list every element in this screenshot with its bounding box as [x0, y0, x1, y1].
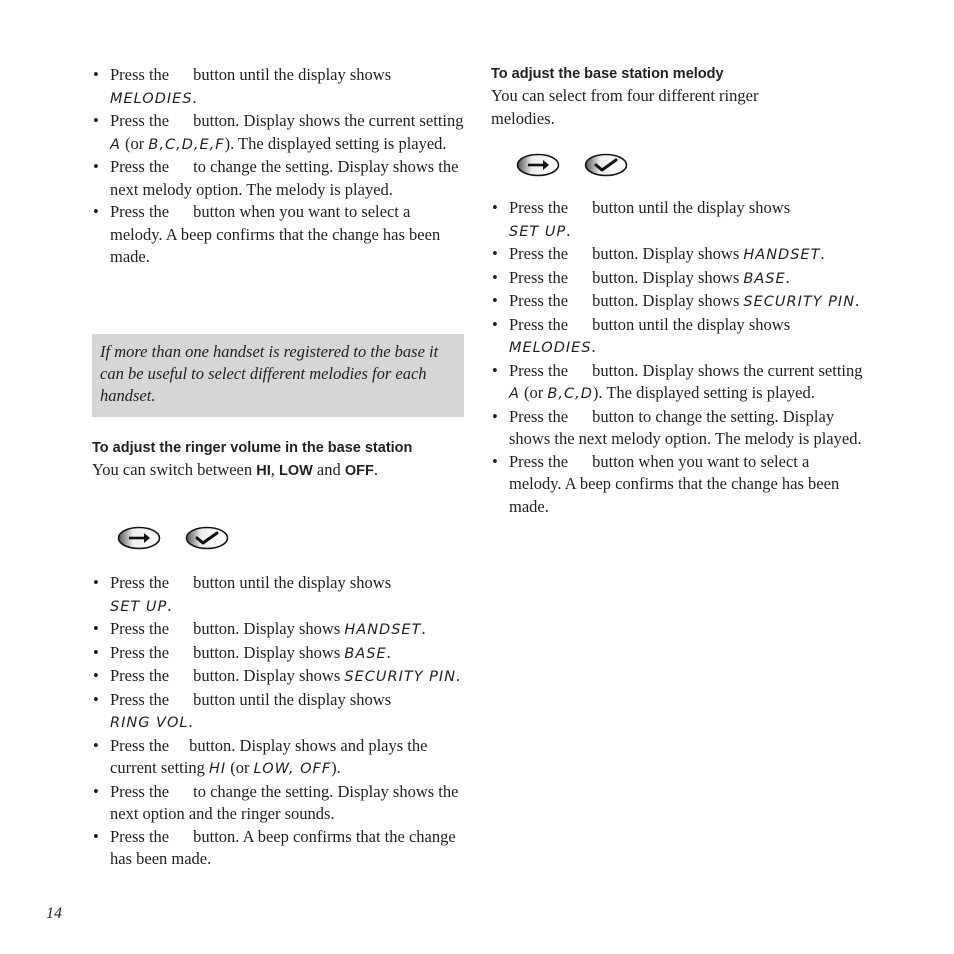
list-item: • Press the button. Display shows the cur… [93, 111, 464, 153]
button-icons-left [117, 526, 229, 550]
list-item: • Press the button. Display shows BASE. [491, 267, 863, 291]
lcd-text: MELODIES [509, 340, 592, 356]
left-steps-melody: • Press the button until the display show… [92, 64, 464, 269]
intro-text: You can select from four different ringe… [491, 86, 759, 128]
page-number: 14 [46, 905, 62, 922]
bullet-icon: • [93, 111, 99, 130]
bullet-icon: • [93, 573, 99, 592]
list-item: • Press the button. Display shows the cur… [492, 360, 863, 403]
list-item: • Press the button when you want to selec… [93, 202, 441, 266]
lcd-text: HI [208, 761, 227, 777]
list-item: • Press the button when you want to selec… [492, 451, 840, 516]
bullet-icon: • [492, 198, 498, 217]
list-item: • Press the button. Display shows HANDSET… [491, 243, 863, 267]
bullet-icon: • [93, 826, 99, 846]
bullet-icon: • [93, 642, 99, 662]
list-item: • Press the button. Display shows HANDSET… [92, 618, 464, 642]
lcd-text: SET UP [509, 223, 567, 240]
list-item: • Press the to change the setting. Displa… [93, 157, 459, 199]
intro-text: You can switch between HI, LOW and OFF. [92, 460, 378, 479]
lcd-text: HANDSET [344, 622, 422, 638]
list-item: • Press the button. Display shows SECURIT… [92, 665, 464, 689]
bullet-icon: • [492, 291, 498, 310]
bullet-icon: • [93, 781, 99, 801]
lcd-text: LOW, OFF [253, 761, 332, 777]
list-item: • Press the button until the display show… [93, 65, 392, 107]
lcd-text: A [509, 386, 520, 402]
lcd-text: RING VOL [110, 715, 189, 731]
section-heading: To adjust the ringer volume in the base … [92, 440, 413, 456]
lcd-text: BASE [743, 270, 786, 287]
note-box: If more than one handset is registered t… [92, 334, 464, 417]
lcd-text: HANDSET [743, 247, 821, 263]
bullet-icon: • [492, 406, 498, 426]
list-item: • Press the button until the display show… [93, 689, 392, 732]
lcd-text: MELODIES [110, 90, 193, 107]
section-heading: To adjust the base station melody [491, 66, 724, 82]
bullet-icon: • [492, 360, 498, 380]
step-list: • Press the button until the display show… [92, 572, 464, 871]
checkmark-icon [584, 153, 628, 177]
list-item: • Press the button. Display shows SECURIT… [491, 290, 863, 314]
list-item: • Press the button. A beep confirms that … [93, 826, 456, 869]
lcd-text: SECURITY PIN [344, 669, 457, 685]
base-melody-section: To adjust the base station melody You ca… [491, 63, 863, 130]
lcd-text: SET UP [110, 598, 168, 615]
lcd-text: B,C,D [547, 386, 593, 402]
ringer-volume-section: To adjust the ringer volume in the base … [92, 437, 464, 483]
list-item: • Press the button. Display shows and pla… [93, 735, 428, 778]
bullet-icon: • [492, 267, 498, 287]
bullet-icon: • [93, 666, 99, 685]
left-steps-volume: • Press the button until the display show… [92, 572, 464, 871]
note-text: If more than one handset is registered t… [100, 342, 439, 405]
arrow-right-icon [117, 526, 161, 550]
right-steps-melody: • Press the button until the display show… [491, 197, 863, 518]
list-item: • Press the button. Display shows BASE. [92, 642, 464, 666]
step-list: • Press the button until the display show… [92, 64, 464, 269]
arrow-right-icon [516, 153, 560, 177]
checkmark-icon [185, 526, 229, 550]
bullet-icon: • [93, 157, 99, 176]
bullet-icon: • [93, 689, 99, 709]
step-list: • Press the button until the display show… [491, 197, 863, 518]
list-item: • Press the button until the display show… [93, 573, 392, 615]
bullet-icon: • [93, 735, 99, 755]
bullet-icon: • [492, 314, 498, 334]
list-item: • Press the button until the display show… [492, 314, 791, 357]
list-item: • Press the to change the setting. Displa… [93, 781, 459, 824]
list-item: • Press the button until the display show… [492, 198, 791, 240]
list-item: • Press the button to change the setting.… [492, 406, 862, 449]
lcd-text: A [110, 136, 121, 153]
bullet-icon: • [492, 451, 498, 471]
bullet-icon: • [492, 244, 498, 263]
bullet-icon: • [93, 65, 99, 84]
lcd-text: SECURITY PIN [743, 294, 856, 310]
lcd-text: BASE [344, 645, 387, 662]
bullet-icon: • [93, 202, 99, 221]
bullet-icon: • [93, 619, 99, 638]
button-icons-right [516, 153, 628, 177]
lcd-text: B,C,D,E,F [148, 136, 225, 153]
